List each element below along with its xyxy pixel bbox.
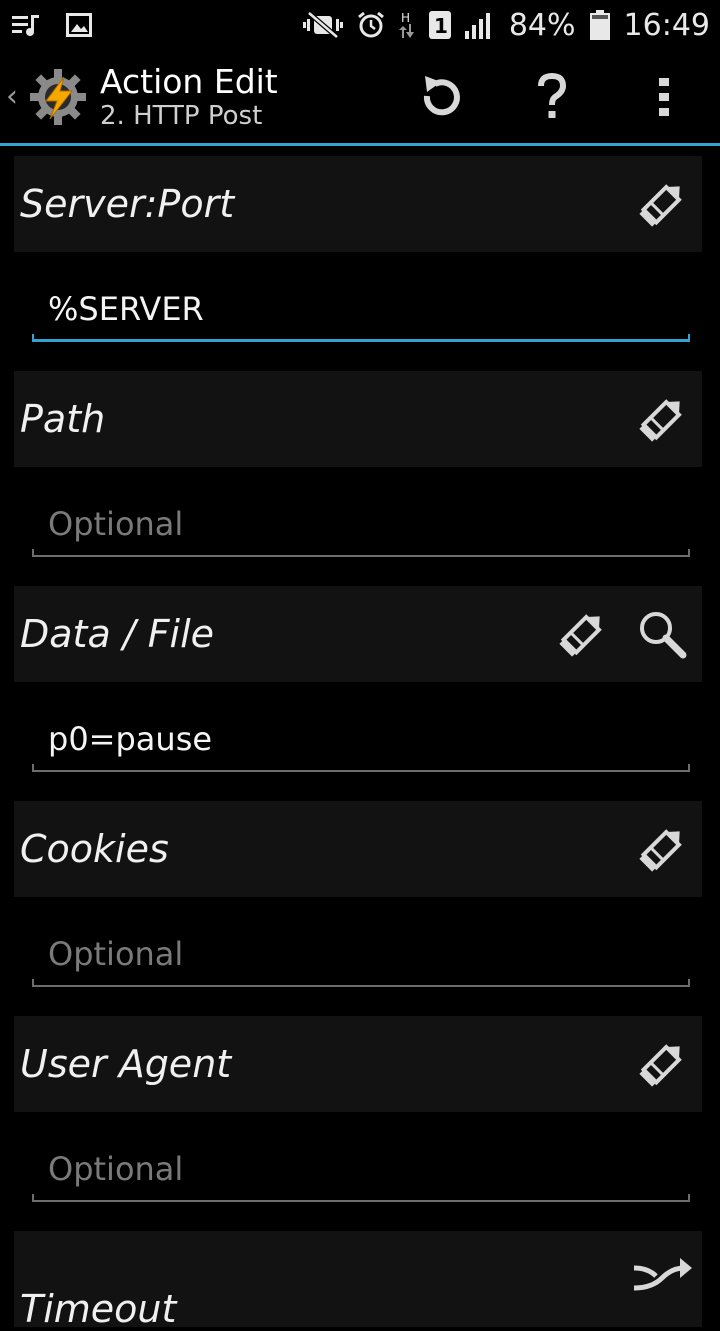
undo-button[interactable] <box>384 50 496 143</box>
edit-button[interactable] <box>622 801 702 897</box>
section-path: Path <box>14 371 702 467</box>
browse-file-button[interactable] <box>622 586 702 682</box>
help-button[interactable] <box>496 50 608 143</box>
back-chevron-icon[interactable]: ‹ <box>6 79 24 114</box>
svg-text:H: H <box>401 11 410 25</box>
edit-button[interactable] <box>622 371 702 467</box>
shuffle-icon <box>633 1258 692 1291</box>
overflow-menu-button[interactable] <box>608 50 720 143</box>
mute-icon <box>302 11 343 39</box>
edit-button[interactable] <box>622 156 702 252</box>
input-underline <box>32 979 690 987</box>
server-port-value: %SERVER <box>48 290 204 328</box>
section-cookies: Cookies <box>14 801 702 897</box>
cookies-placeholder: Optional <box>48 935 184 973</box>
battery-icon <box>589 10 610 40</box>
battery-percent: 84% <box>508 7 576 43</box>
pencil-icon <box>639 1044 682 1087</box>
path-input[interactable]: Optional <box>32 497 690 557</box>
data-file-input[interactable]: p0=pause <box>32 712 690 772</box>
alarm-icon <box>357 11 385 39</box>
section-label: Path <box>20 397 106 441</box>
page-subtitle: 2. HTTP Post <box>100 100 263 131</box>
pencil-icon <box>639 184 682 227</box>
input-underline <box>32 1194 690 1202</box>
section-label: Server:Port <box>20 182 235 226</box>
pencil-icon <box>639 399 682 442</box>
tasker-logo-icon[interactable] <box>28 67 88 127</box>
data-file-value: p0=pause <box>48 720 213 758</box>
signal-icon <box>464 11 495 39</box>
shuffle-button[interactable] <box>622 1231 702 1327</box>
help-icon <box>538 72 567 118</box>
section-label: Timeout <box>20 1287 177 1331</box>
input-underline <box>32 334 690 342</box>
status-bar: H 1 84% 16:49 <box>0 0 720 50</box>
section-label: Data / File <box>20 612 215 656</box>
section-user-agent: User Agent <box>14 1016 702 1112</box>
section-label: Cookies <box>20 827 169 871</box>
pencil-icon <box>559 614 602 657</box>
cookies-input[interactable]: Optional <box>32 927 690 987</box>
path-placeholder: Optional <box>48 505 184 543</box>
svg-text:1: 1 <box>434 14 448 38</box>
input-underline <box>32 549 690 557</box>
section-timeout: Timeout <box>14 1231 702 1331</box>
server-port-input[interactable]: %SERVER <box>32 282 690 342</box>
section-data-file: Data / File <box>14 586 702 682</box>
action-bar: ‹ Action Edit 2. HTTP Post <box>0 50 720 143</box>
undo-icon <box>423 75 460 115</box>
pencil-icon <box>639 829 682 872</box>
playlist-icon <box>12 13 40 37</box>
data-h-icon: H <box>398 10 415 40</box>
input-underline <box>32 764 690 772</box>
sim-1-icon: 1 <box>428 10 451 40</box>
edit-button[interactable] <box>622 1016 702 1112</box>
edit-button[interactable] <box>542 586 622 682</box>
search-icon <box>640 612 687 659</box>
section-server-port: Server:Port <box>14 156 702 252</box>
user-agent-placeholder: Optional <box>48 1150 184 1188</box>
section-label: User Agent <box>20 1042 232 1086</box>
action-bar-divider <box>0 143 720 146</box>
overflow-menu-icon <box>659 77 669 116</box>
clock: 16:49 <box>623 7 710 43</box>
image-icon <box>66 13 92 37</box>
page-title: Action Edit <box>100 61 278 101</box>
user-agent-input[interactable]: Optional <box>32 1142 690 1202</box>
